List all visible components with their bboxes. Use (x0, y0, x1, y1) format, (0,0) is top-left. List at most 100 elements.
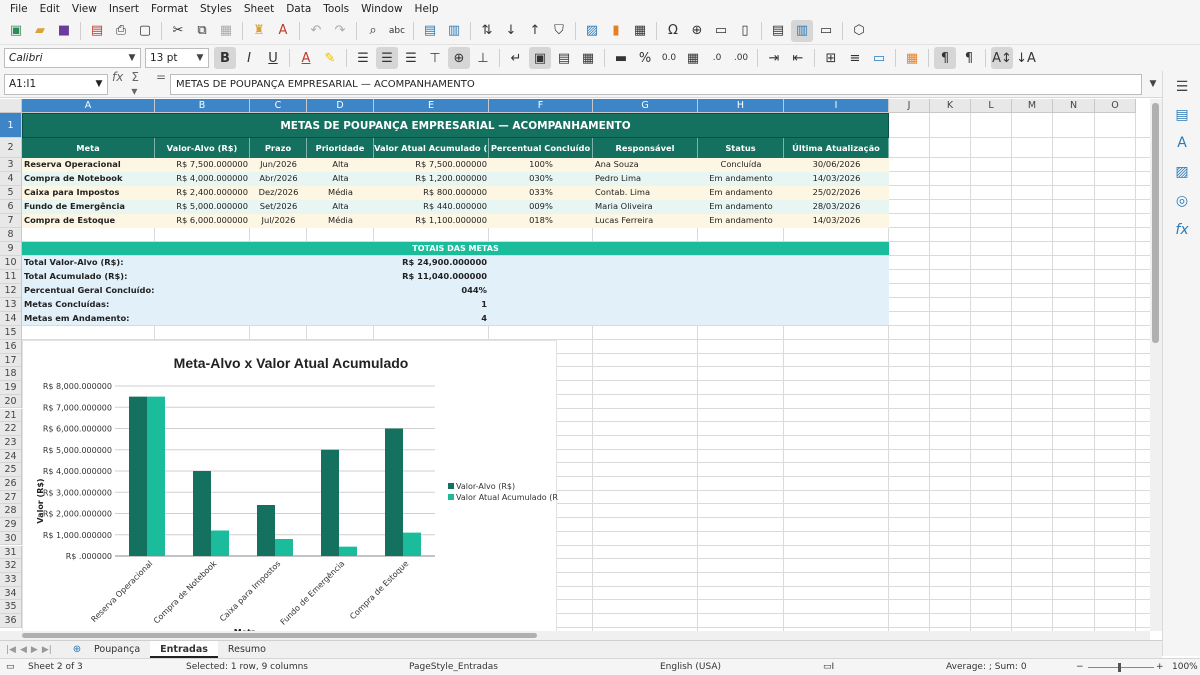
header-cell[interactable]: Status (698, 138, 784, 158)
table-cell[interactable]: Ana Souza (593, 158, 698, 171)
table-cell[interactable]: Média (307, 186, 374, 199)
table-cell[interactable]: R$ 4,000.000000 (155, 172, 250, 185)
border-color-icon[interactable]: ▭ (868, 47, 890, 69)
table-cell[interactable]: 25/02/2026 (784, 186, 889, 199)
save-icon[interactable]: ■ (53, 20, 75, 42)
expand-formula-icon[interactable]: ▼ (1146, 79, 1160, 89)
row-header-29[interactable]: 29 (0, 518, 22, 532)
paste-icon[interactable]: ▦ (215, 20, 237, 42)
row-header-2[interactable]: 2 (0, 138, 22, 158)
first-sheet-icon[interactable]: |◀ (6, 645, 16, 655)
totals-label[interactable]: Percentual Geral Concluído: (22, 284, 182, 297)
column-header-g[interactable]: G (593, 99, 698, 113)
table-cell[interactable]: Alta (307, 172, 374, 185)
table-cell[interactable]: 14/03/2026 (784, 214, 889, 227)
autofilter-icon[interactable]: ⛉ (548, 20, 570, 42)
column-header-c[interactable]: C (250, 99, 307, 113)
sum-status[interactable]: Average: ; Sum: 0 (946, 662, 1027, 672)
navigator-icon[interactable]: ◎ (1173, 193, 1191, 211)
add-sheet-icon[interactable]: ⊕ (70, 644, 84, 655)
insert-chart-icon[interactable]: ▮ (605, 20, 627, 42)
add-decimal-icon[interactable]: .0 (706, 47, 728, 69)
sort-icon[interactable]: ⇅ (476, 20, 498, 42)
totals-label[interactable]: Metas Concluídas: (22, 298, 182, 311)
menu-item-data[interactable]: Data (280, 3, 317, 15)
table-cell[interactable]: R$ 5,000.000000 (155, 200, 250, 213)
row-header-14[interactable]: 14 (0, 312, 22, 326)
clone-formatting-icon[interactable]: ♜ (248, 20, 270, 42)
align-top-icon[interactable]: ⊤ (424, 47, 446, 69)
column-icon[interactable]: ▥ (443, 20, 465, 42)
zoom-in-icon[interactable]: + (1156, 662, 1164, 672)
borders-icon[interactable]: ⊞ (820, 47, 842, 69)
table-cell[interactable]: Jun/2026 (250, 158, 307, 171)
row-header-3[interactable]: 3 (0, 158, 22, 172)
pivot-table-icon[interactable]: ▦ (629, 20, 651, 42)
header-cell[interactable]: Meta (22, 138, 155, 158)
row-header-4[interactable]: 4 (0, 172, 22, 186)
horizontal-scrollbar[interactable] (0, 631, 1150, 640)
select-all-corner[interactable] (0, 99, 22, 113)
headers-footers-icon[interactable]: ▯ (734, 20, 756, 42)
row-header-11[interactable]: 11 (0, 270, 22, 284)
row-header-9[interactable]: 9 (0, 242, 22, 256)
increase-indent-icon[interactable]: ⇥ (763, 47, 785, 69)
table-cell[interactable]: 009% (489, 200, 593, 213)
currency-format-icon[interactable]: ▬ (610, 47, 632, 69)
properties-icon[interactable]: ▤ (1173, 107, 1191, 125)
column-header-l[interactable]: L (971, 99, 1012, 113)
row-header-22[interactable]: 22 (0, 422, 22, 436)
row-header-28[interactable]: 28 (0, 504, 22, 519)
menu-item-styles[interactable]: Styles (194, 3, 238, 15)
totals-value[interactable]: R$ 24,900.000000 (374, 256, 489, 269)
vertical-scroll-thumb[interactable] (1152, 103, 1159, 343)
tab-poupan-a[interactable]: Poupança (84, 641, 150, 658)
align-right-icon[interactable]: ☰ (400, 47, 422, 69)
zoom-slider[interactable] (1088, 667, 1154, 668)
row-header-36[interactable]: 36 (0, 614, 22, 628)
column-header-j[interactable]: J (889, 99, 930, 113)
column-header-a[interactable]: A (22, 99, 155, 113)
tab-entradas[interactable]: Entradas (150, 641, 218, 658)
special-character-icon[interactable]: Ω (662, 20, 684, 42)
sort-ascending-icon[interactable]: ↓ (500, 20, 522, 42)
table-cell[interactable]: Maria Oliveira (593, 200, 698, 213)
export-pdf-icon[interactable]: ▤ (86, 20, 108, 42)
row-header-10[interactable]: 10 (0, 256, 22, 270)
row-header-26[interactable]: 26 (0, 477, 22, 491)
table-cell[interactable]: Alta (307, 158, 374, 171)
spreadsheet-grid[interactable]: METAS DE POUPANÇA EMPRESARIAL — ACOMPANH… (0, 99, 1150, 631)
table-cell[interactable]: R$ 2,400.000000 (155, 186, 250, 199)
font-size-combo[interactable]: 13 pt ▼ (145, 48, 209, 68)
undo-icon[interactable]: ↶ (305, 20, 327, 42)
text-orientation-icon[interactable]: A↕ (991, 47, 1013, 69)
formula-input[interactable]: METAS DE POUPANÇA EMPRESARIAL — ACOMPANH… (170, 73, 1142, 95)
prev-sheet-icon[interactable]: ◀ (20, 645, 27, 655)
header-cell[interactable]: Valor-Alvo (R$) (155, 138, 250, 158)
table-cell[interactable]: Jul/2026 (250, 214, 307, 227)
row-header-19[interactable]: 19 (0, 381, 22, 395)
split-window-icon[interactable]: ▭ (815, 20, 837, 42)
menu-item-window[interactable]: Window (355, 3, 408, 15)
sum-icon[interactable]: Σ ▾ (131, 70, 148, 98)
column-header-i[interactable]: I (784, 99, 889, 113)
selection-mode-icon[interactable]: ▭I (823, 662, 834, 672)
table-cell[interactable]: Em andamento (698, 172, 784, 185)
zoom-slider-knob[interactable] (1118, 663, 1121, 672)
table-cell[interactable]: R$ 440.000000 (374, 200, 489, 213)
find-replace-icon[interactable]: ⌕ (362, 20, 384, 42)
table-cell[interactable]: 033% (489, 186, 593, 199)
menu-item-format[interactable]: Format (145, 3, 194, 15)
font-color-icon[interactable]: A (295, 47, 317, 69)
table-cell[interactable]: Pedro Lima (593, 172, 698, 185)
unmerge-cells-icon[interactable]: ▦ (577, 47, 599, 69)
zoom-out-icon[interactable]: − (1076, 662, 1084, 672)
column-header-o[interactable]: O (1095, 99, 1136, 113)
row-header-33[interactable]: 33 (0, 572, 22, 587)
totals-value[interactable]: 1 (374, 298, 489, 311)
chevron-down-icon[interactable]: ▼ (91, 79, 107, 89)
menu-item-sheet[interactable]: Sheet (238, 3, 280, 15)
menu-icon[interactable]: ☰ (1173, 79, 1191, 97)
align-bottom-icon[interactable]: ⊥ (472, 47, 494, 69)
percent-format-icon[interactable]: % (634, 47, 656, 69)
